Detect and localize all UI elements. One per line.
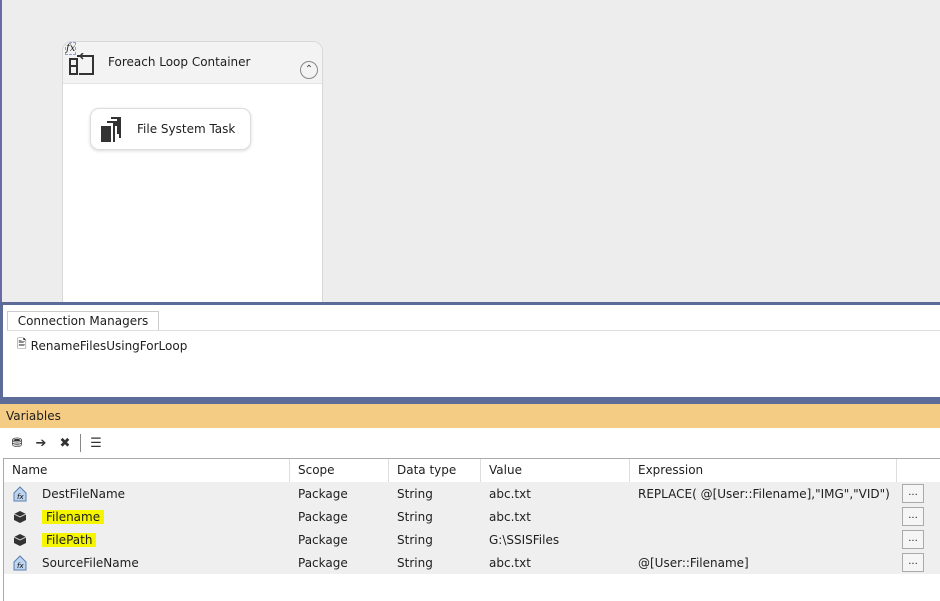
task-label: File System Task	[137, 122, 236, 136]
tab-connection-managers[interactable]: Connection Managers	[7, 311, 159, 330]
table-row[interactable]: fx SourceFileName Package String abc.txt …	[4, 551, 940, 574]
design-canvas[interactable]: fx Foreach Loop Container ⌃ File System …	[0, 0, 940, 311]
expression-variable-icon: fx	[13, 554, 27, 570]
variable-name: DestFileName	[42, 486, 126, 501]
foreach-loop-container[interactable]: fx Foreach Loop Container ⌃	[62, 41, 323, 311]
divider	[7, 330, 940, 331]
table-row[interactable]: fx DestFileName Package String abc.txt RE…	[4, 482, 940, 505]
cell-data-type[interactable]: String	[389, 510, 481, 524]
cell-value[interactable]: abc.txt	[481, 487, 630, 501]
cell-value[interactable]: abc.txt	[481, 510, 630, 524]
variable-icon	[13, 533, 27, 546]
cell-scope[interactable]: Package	[290, 556, 389, 570]
connection-label: RenameFilesUsingForLoop	[30, 338, 188, 353]
cell-name[interactable]: FilePath	[4, 532, 290, 548]
variable-name: FilePath	[42, 532, 97, 547]
add-variable-icon[interactable]: ⛃	[8, 434, 26, 452]
connection-icon: 🖹	[17, 337, 27, 351]
foreach-loop-icon	[69, 53, 94, 75]
variables-toolbar: ⛃ ➔ ✖ ☰	[0, 428, 940, 458]
cell-data-type[interactable]: String	[389, 533, 481, 547]
col-scope[interactable]: Scope	[290, 459, 389, 482]
cell-value[interactable]: G:\SSISFiles	[481, 533, 630, 547]
file-system-task[interactable]: File System Task	[90, 108, 251, 150]
variable-icon	[13, 510, 27, 523]
svg-text:fx: fx	[17, 562, 24, 570]
table-row[interactable]: FilePath Package String G:\SSISFiles ...	[4, 528, 940, 551]
cell-name[interactable]: fx DestFileName	[4, 485, 290, 502]
container-title: Foreach Loop Container	[108, 55, 251, 69]
cell-data-type[interactable]: String	[389, 556, 481, 570]
expression-variable-icon: fx	[13, 485, 27, 501]
cell-scope[interactable]: Package	[290, 487, 389, 501]
delete-variable-icon[interactable]: ✖	[56, 434, 74, 452]
col-value[interactable]: Value	[481, 459, 630, 482]
expression-builder-button[interactable]: ...	[902, 484, 924, 503]
connection-item[interactable]: 🖹 RenameFilesUsingForLoop	[17, 335, 187, 356]
col-name[interactable]: Name	[4, 459, 290, 482]
collapse-button[interactable]: ⌃	[300, 61, 318, 79]
cell-expression[interactable]: @[User::Filename]	[630, 556, 897, 570]
expression-builder-button[interactable]: ...	[902, 507, 924, 526]
cell-scope[interactable]: Package	[290, 510, 389, 524]
cell-expression[interactable]: REPLACE( @[User::Filename],"IMG","VID")	[630, 487, 897, 501]
svg-text:fx: fx	[17, 493, 24, 501]
table-row[interactable]: Filename Package String abc.txt ...	[4, 505, 940, 528]
grid-header: Name Scope Data type Value Expression	[4, 459, 940, 482]
col-data-type[interactable]: Data type	[389, 459, 481, 482]
cell-name[interactable]: Filename	[4, 509, 290, 525]
variables-title: Variables	[0, 404, 940, 428]
toolbar-separator	[80, 434, 81, 452]
variable-name: Filename	[42, 509, 105, 524]
container-header[interactable]: fx Foreach Loop Container ⌃	[63, 42, 322, 84]
variables-grid: Name Scope Data type Value Expression fx…	[3, 458, 940, 601]
panel-splitter[interactable]	[0, 397, 940, 404]
cell-scope[interactable]: Package	[290, 533, 389, 547]
cell-value[interactable]: abc.txt	[481, 556, 630, 570]
variable-name: SourceFileName	[42, 555, 139, 570]
cell-data-type[interactable]: String	[389, 487, 481, 501]
expression-builder-button[interactable]: ...	[902, 553, 924, 572]
connection-managers-panel: Connection Managers 🖹 RenameFilesUsingFo…	[0, 305, 940, 397]
col-expression[interactable]: Expression	[630, 459, 897, 482]
cell-name[interactable]: fx SourceFileName	[4, 554, 290, 571]
move-variable-icon[interactable]: ➔	[32, 434, 50, 452]
expression-builder-button[interactable]: ...	[902, 530, 924, 549]
grid-options-icon[interactable]: ☰	[87, 434, 105, 452]
file-system-task-icon	[101, 117, 121, 142]
